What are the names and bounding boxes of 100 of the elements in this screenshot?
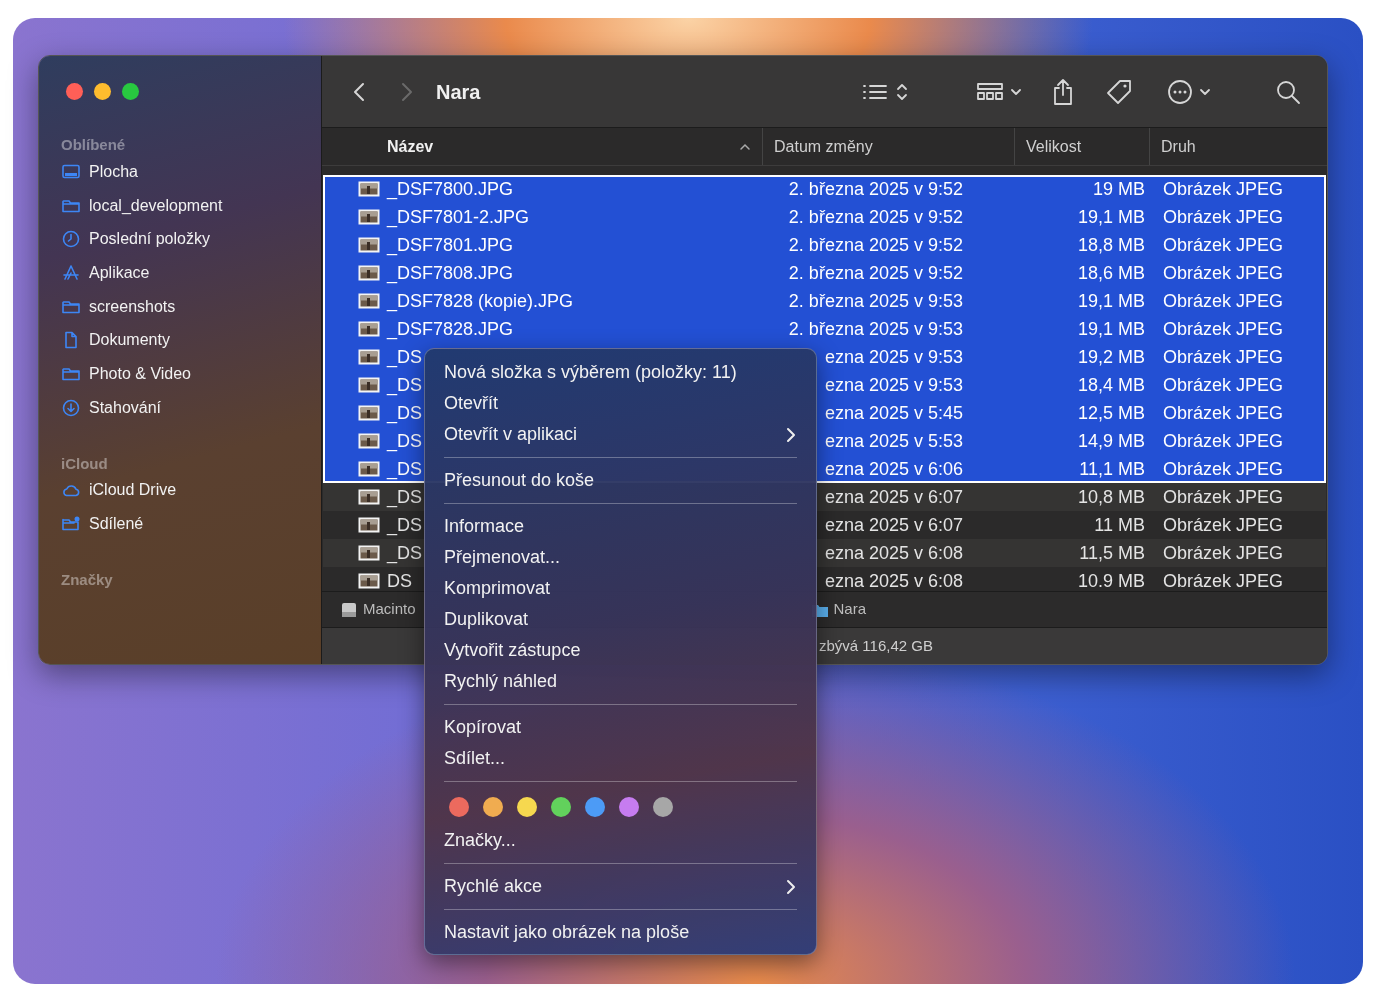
menu-item[interactable]: Duplikovat — [425, 604, 816, 635]
updown-icon — [896, 81, 908, 102]
sidebar-item[interactable]: Sdílené — [61, 507, 321, 541]
sidebar-item[interactable]: Plocha — [61, 155, 321, 189]
table-cell: ezna 2025 v 9:53 — [824, 346, 963, 367]
view-options-button[interactable] — [862, 81, 908, 102]
tag-button[interactable] — [1105, 77, 1133, 106]
photo-thumbnail-icon — [358, 517, 380, 533]
table-cell: ezna 2025 v 6:08 — [824, 542, 963, 563]
table-cell-text: Obrázek JPEG — [1162, 429, 1285, 453]
table-cell: 2. března 2025 v 9:52 — [788, 178, 963, 199]
table-cell-text: 19,1 MB — [1076, 317, 1146, 341]
sidebar-item[interactable]: screenshots — [61, 289, 321, 324]
table-cell-text: Obrázek JPEG — [1162, 261, 1285, 285]
column-header[interactable]: Datum změny — [763, 128, 1015, 165]
column-header[interactable]: Druh — [1150, 128, 1327, 165]
column-header[interactable]: Velikost — [1015, 128, 1150, 165]
chevron-right-icon — [400, 80, 414, 103]
file-name: _DSF7828.JPG — [387, 317, 514, 342]
table-cell-text: Obrázek JPEG — [1162, 401, 1285, 425]
close-button[interactable] — [66, 83, 83, 100]
photo-thumbnail-icon — [358, 265, 380, 281]
sidebar-item[interactable]: Photo & Video — [61, 357, 321, 391]
table-cell-text: Obrázek JPEG — [1162, 513, 1285, 537]
sidebar-item[interactable]: local_development — [61, 188, 321, 223]
tag-color-dot[interactable] — [551, 797, 571, 817]
table-cell: ezna 2025 v 9:53 — [824, 374, 963, 395]
path-item[interactable]: Macinto — [363, 598, 416, 621]
back-button[interactable] — [352, 80, 366, 103]
table-cell-text: Obrázek JPEG — [1162, 457, 1285, 481]
group-button[interactable] — [976, 80, 1022, 103]
table-cell-text: 12,5 MB — [1076, 401, 1146, 425]
table-cell-text: Obrázek JPEG — [1162, 541, 1285, 565]
menu-item[interactable]: Přesunout do koše — [425, 465, 816, 496]
tag-color-dot[interactable] — [653, 797, 673, 817]
sidebar-item[interactable]: Poslední položky — [61, 222, 321, 257]
table-cell-text: 19,2 MB — [1076, 345, 1146, 369]
zoom-button[interactable] — [122, 83, 139, 100]
menu-item[interactable]: Přejmenovat... — [425, 542, 816, 573]
table-cell: 2. března 2025 v 9:52 — [788, 206, 963, 227]
tag-color-dot[interactable] — [619, 797, 639, 817]
menu-item[interactable]: Sdílet... — [425, 743, 816, 774]
table-cell: 2. března 2025 v 9:53 — [788, 290, 963, 311]
table-cell-text: Obrázek JPEG — [1162, 345, 1285, 369]
menu-item[interactable]: Otevřít — [425, 388, 816, 419]
menu-item[interactable]: Nastavit jako obrázek na ploše — [425, 917, 816, 948]
table-cell-text: Obrázek JPEG — [1162, 373, 1285, 397]
more-icon — [1167, 78, 1193, 105]
sidebar-item[interactable]: Dokumenty — [61, 323, 321, 358]
menu-item[interactable]: Komprimovat — [425, 573, 816, 604]
table-cell: 2. března 2025 v 9:52 — [788, 262, 963, 283]
path-item[interactable]: Nara — [833, 598, 867, 621]
menu-item[interactable]: Kopírovat — [425, 712, 816, 743]
tag-color-dot[interactable] — [517, 797, 537, 817]
table-cell-text: 10,8 MB — [1076, 485, 1146, 509]
table-cell: 2. března 2025 v 9:52 — [788, 234, 963, 255]
more-button[interactable] — [1167, 78, 1211, 105]
share-icon — [1052, 77, 1074, 106]
file-name: _DS — [387, 485, 422, 510]
sort-caret-icon — [739, 142, 751, 151]
sidebar-item[interactable]: iCloud Drive — [61, 473, 321, 508]
table-cell-text: 11 MB — [1093, 513, 1146, 537]
sidebar-section-title: Oblíbené — [61, 135, 127, 153]
menu-item[interactable]: Rychlé akce — [425, 871, 816, 902]
table-cell-text: 18,4 MB — [1076, 373, 1146, 397]
table-cell-text: 11,1 MB — [1078, 457, 1146, 481]
share-button[interactable] — [1052, 77, 1074, 106]
tag-color-dot[interactable] — [449, 797, 469, 817]
search-button[interactable] — [1275, 78, 1301, 105]
chevron-right-icon — [786, 878, 796, 895]
menu-item[interactable]: Informace — [425, 511, 816, 542]
menu-item[interactable]: Vytvořit zástupce — [425, 635, 816, 666]
sidebar-item[interactable]: Stahování — [61, 390, 321, 425]
table-cell: ezna 2025 v 6:07 — [824, 514, 963, 535]
tag-color-dot[interactable] — [585, 797, 605, 817]
file-name: _DSF7808.JPG — [387, 261, 514, 286]
photo-thumbnail-icon — [358, 545, 380, 561]
sidebar-section-title: iCloud — [61, 453, 109, 472]
table-cell: ezna 2025 v 5:53 — [824, 430, 963, 451]
menu-item[interactable]: Otevřít v aplikaci — [425, 419, 816, 450]
table-cell-text: 19,1 MB — [1076, 205, 1146, 229]
photo-thumbnail-icon — [358, 433, 380, 449]
table-cell: ezna 2025 v 6:07 — [824, 486, 963, 507]
column-header[interactable]: Název — [322, 128, 763, 165]
tag-color-dot[interactable] — [483, 797, 503, 817]
minimize-button[interactable] — [94, 83, 111, 100]
grid-icon — [976, 80, 1004, 103]
table-cell-text: Obrázek JPEG — [1162, 317, 1285, 341]
menu-item[interactable]: Rychlý náhled — [425, 666, 816, 697]
table-cell-text: 18,6 MB — [1076, 261, 1146, 285]
sidebar-item[interactable]: Aplikace — [61, 256, 321, 290]
table-cell-text: Obrázek JPEG — [1162, 289, 1285, 313]
menu-item[interactable]: Značky... — [425, 825, 816, 856]
table-cell-text: Obrázek JPEG — [1162, 205, 1285, 229]
photo-thumbnail-icon — [358, 181, 380, 197]
menu-item[interactable]: Nová složka s výběrem (položky: 11) — [425, 357, 816, 388]
table-cell-text: 18,8 MB — [1076, 233, 1146, 257]
file-name: _DS — [387, 513, 422, 538]
chevron-right-icon — [786, 426, 796, 443]
file-name: _DSF7800.JPG — [387, 177, 514, 202]
